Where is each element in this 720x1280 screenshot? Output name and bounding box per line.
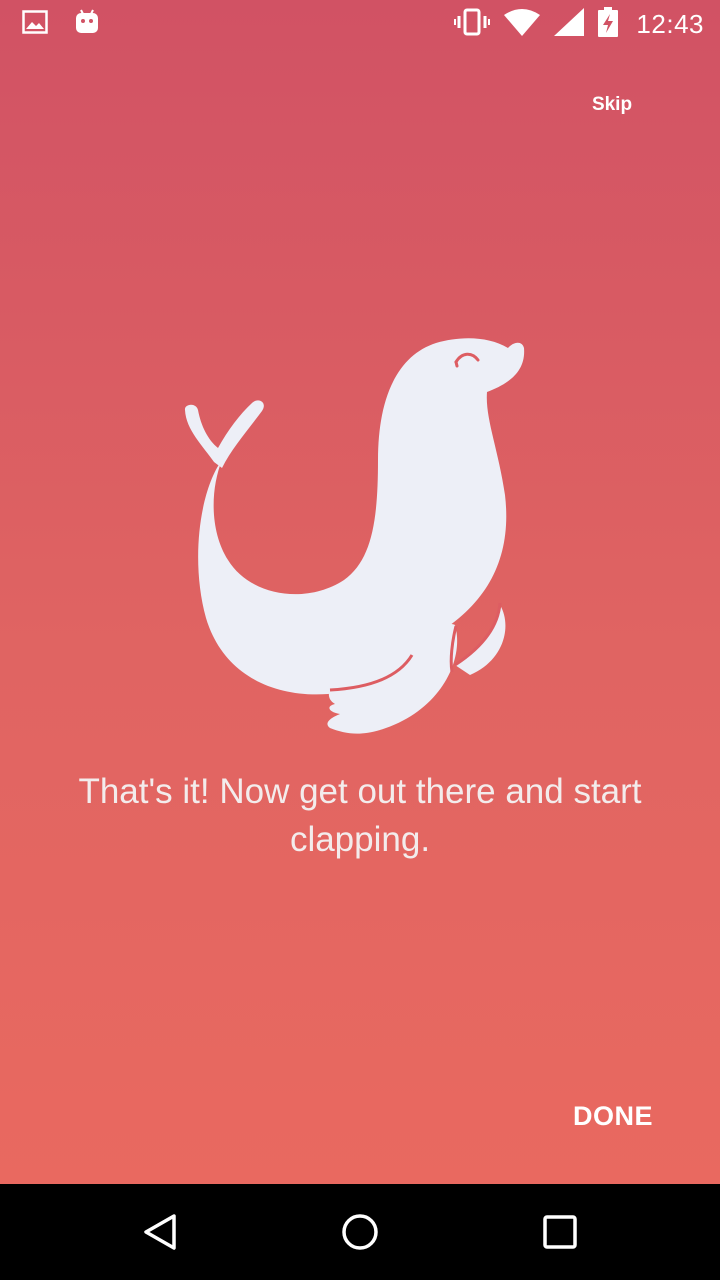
done-button[interactable]: DONE [556, 1094, 670, 1138]
signal-icon [554, 7, 585, 41]
wifi-icon [504, 8, 541, 41]
recents-icon[interactable] [536, 1208, 584, 1256]
onboarding-screen: 12:43 Skip That's it! Now get out there … [0, 0, 720, 1184]
home-icon[interactable] [336, 1208, 384, 1256]
skip-button[interactable]: Skip [582, 90, 642, 120]
android-icon [74, 9, 100, 40]
seal-icon [184, 338, 525, 734]
navigation-bar [0, 1184, 720, 1280]
vibrate-icon [454, 8, 491, 41]
back-icon[interactable] [136, 1208, 184, 1256]
completion-message: That's it! Now get out there and start c… [78, 772, 642, 859]
status-time: 12:43 [636, 8, 704, 39]
image-icon [22, 9, 48, 39]
battery-charging-icon [598, 6, 619, 42]
seal-illustration [180, 338, 530, 738]
status-bar: 12:43 [0, 0, 720, 48]
